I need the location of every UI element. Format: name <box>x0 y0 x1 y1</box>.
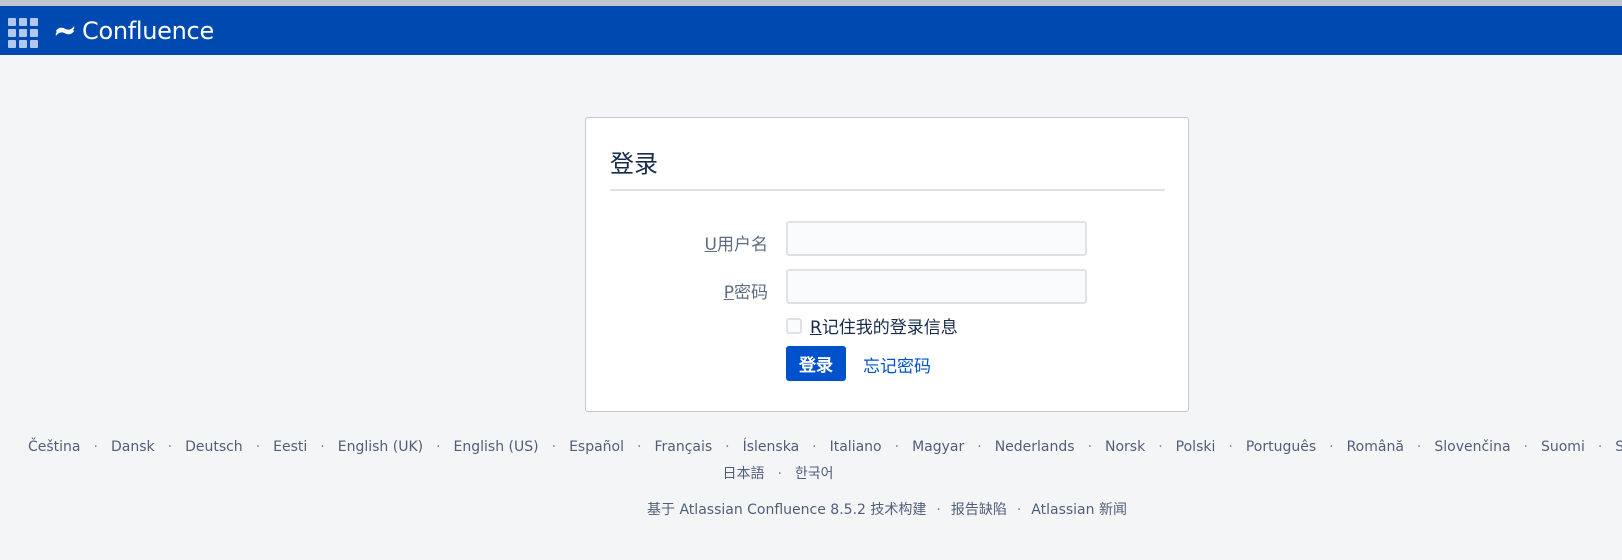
language-separator: · <box>777 466 782 482</box>
login-button[interactable]: 登录 <box>786 346 846 381</box>
language-link[interactable]: Português <box>1246 439 1316 455</box>
language-link[interactable]: 한국어 <box>795 466 834 482</box>
language-separator: · <box>255 439 261 455</box>
language-link[interactable]: English (UK) <box>338 439 423 455</box>
password-input[interactable] <box>786 269 1087 304</box>
forgot-password-link[interactable]: 忘记密码 <box>863 352 931 377</box>
language-link[interactable]: Čeština <box>28 439 81 455</box>
language-link[interactable]: Dansk <box>111 439 155 455</box>
language-separator: · <box>436 439 441 455</box>
language-separator: · <box>320 439 325 455</box>
language-separator: · <box>167 439 173 455</box>
language-separator: · <box>1597 439 1603 455</box>
username-mnemonic: U <box>704 235 717 255</box>
language-separator: · <box>725 439 730 455</box>
footer: 基于 Atlassian Confluence 8.5.2 技术构建 · 报告缺陷 ·… <box>0 499 1622 519</box>
confluence-logo[interactable]: Confluence <box>54 16 214 46</box>
language-link[interactable]: Magyar <box>912 439 964 455</box>
language-list: Čeština · Dansk · Deutsch · Eesti · English (UK)… <box>0 439 1622 455</box>
confluence-logo-icon <box>55 25 75 37</box>
language-separator: · <box>93 439 98 455</box>
language-link[interactable]: English (US) <box>454 439 539 455</box>
language-separator: · <box>1523 439 1528 455</box>
news-link[interactable]: Atlassian 新闻 <box>1031 502 1127 518</box>
language-link[interactable]: Italiano <box>830 439 882 455</box>
language-link[interactable]: Slovenčina <box>1434 439 1510 455</box>
language-link[interactable]: Norsk <box>1105 439 1145 455</box>
username-label: U用户名 <box>608 230 768 255</box>
language-link[interactable]: Eesti <box>273 439 307 455</box>
language-separator: · <box>894 439 900 455</box>
language-link[interactable]: Nederlands <box>995 439 1075 455</box>
remember-me-checkbox[interactable] <box>786 317 802 334</box>
language-link[interactable]: Română <box>1347 439 1404 455</box>
language-separator: · <box>1416 439 1422 455</box>
remember-me[interactable]: R记住我的登录信息 <box>786 313 958 338</box>
language-link[interactable]: Deutsch <box>185 439 243 455</box>
language-separator: · <box>812 439 817 455</box>
language-link[interactable]: Polski <box>1176 439 1216 455</box>
language-list-row-2: 日本語 · 한국어 <box>0 463 1556 483</box>
language-link[interactable]: Svens <box>1615 439 1622 455</box>
language-separator: · <box>551 439 557 455</box>
username-label-text: 用户名 <box>717 235 768 255</box>
language-link[interactable]: Íslenska <box>743 439 800 455</box>
password-label: P密码 <box>608 278 768 303</box>
language-link[interactable]: Français <box>654 439 712 455</box>
login-title: 登录 <box>610 150 658 178</box>
report-bug-link[interactable]: 报告缺陷 <box>951 502 1007 518</box>
language-separator: · <box>1228 439 1233 455</box>
language-separator: · <box>1087 439 1093 455</box>
powered-by-link[interactable]: 基于 Atlassian Confluence 8.5.2 技术构建 <box>647 502 926 518</box>
top-navigation-bar: Confluence <box>0 6 1622 55</box>
app-name: Confluence <box>82 17 214 45</box>
remember-mnemonic: R <box>810 318 822 338</box>
footer-separator: · <box>936 502 941 518</box>
login-card: 登录 U用户名 P密码 R记住我的登录信息 登录 忘记密码 <box>585 117 1189 412</box>
title-divider <box>610 189 1165 191</box>
remember-me-label[interactable]: R记住我的登录信息 <box>810 313 958 338</box>
password-mnemonic: P <box>723 283 734 303</box>
app-switcher-grid-icon[interactable] <box>6 16 38 48</box>
footer-separator: · <box>1016 502 1022 518</box>
remember-label-text: 记住我的登录信息 <box>821 318 958 338</box>
username-input[interactable] <box>786 221 1087 256</box>
language-separator: · <box>977 439 982 455</box>
language-link[interactable]: Suomi <box>1541 439 1585 455</box>
language-separator: · <box>1158 439 1163 455</box>
language-separator: · <box>1329 439 1334 455</box>
password-label-text: 密码 <box>734 283 768 303</box>
language-link[interactable]: Español <box>569 439 624 455</box>
language-link[interactable]: 日本語 <box>722 466 764 482</box>
language-separator: · <box>637 439 642 455</box>
